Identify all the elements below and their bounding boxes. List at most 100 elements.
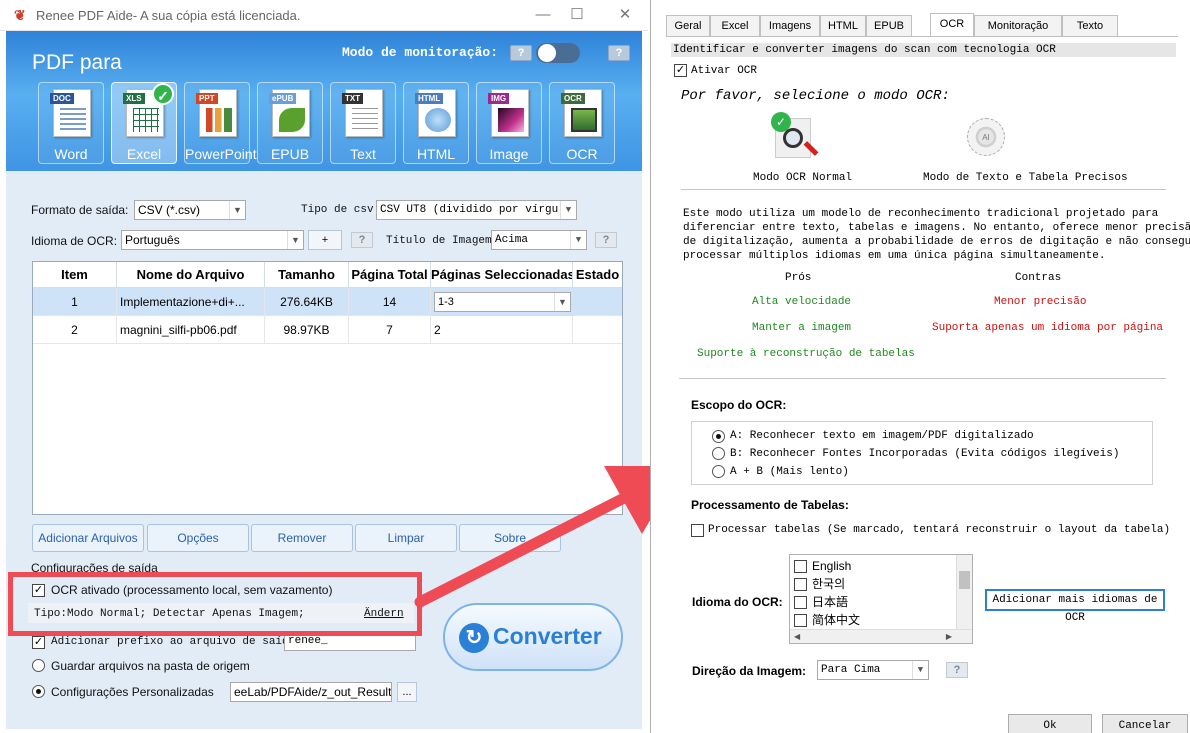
ocr-section-title: Identificar e converter imagens do scan … <box>671 43 1176 57</box>
scope-radio-a[interactable] <box>712 430 725 443</box>
language-checkbox[interactable] <box>794 578 807 591</box>
scroll-left-icon[interactable]: ◀ <box>794 630 800 644</box>
tab-ocr[interactable]: OCR <box>930 13 974 36</box>
table-cell-name[interactable]: magnini_silfi-pb06.pdf <box>117 316 265 344</box>
table-cell-item[interactable]: 1 <box>33 288 117 316</box>
image-title-help-icon[interactable]: ? <box>595 232 617 248</box>
scrollbar-horizontal[interactable]: ◀ ▶ <box>790 629 972 643</box>
renee-logo-icon: ❦ <box>14 7 26 23</box>
ok-button[interactable]: Ok <box>1008 714 1092 733</box>
convert-button[interactable]: ↻ Converter <box>443 603 623 671</box>
table-cell-name[interactable]: Implementazione+di+... <box>117 288 265 316</box>
options-button[interactable]: Opções <box>147 524 249 552</box>
language-checkbox[interactable] <box>794 560 807 573</box>
language-checkbox[interactable] <box>794 614 807 627</box>
scope-radio-ab[interactable] <box>712 465 725 478</box>
table-cell-size[interactable]: 98.97KB <box>265 316 349 344</box>
tab-excel[interactable]: Excel <box>710 15 760 36</box>
clear-button[interactable]: Limpar <box>355 524 457 552</box>
scrollbar[interactable] <box>956 555 972 629</box>
language-item[interactable]: 한국의 <box>812 575 845 593</box>
language-help-icon[interactable]: ? <box>351 232 373 248</box>
col-header-total[interactable]: Página Total <box>349 262 431 288</box>
tab-html[interactable]: HTML <box>820 15 866 36</box>
format-excel-button[interactable]: XLS ✓ Excel <box>111 82 177 164</box>
tab-monitoracao[interactable]: Monitoração <box>974 15 1062 36</box>
chevron-down-icon: ▼ <box>570 231 586 249</box>
scroll-right-icon[interactable]: ▶ <box>946 630 952 644</box>
language-item[interactable]: 简体中文 <box>812 611 860 629</box>
scope-option-a[interactable]: A: Reconhecer texto em imagem/PDF digita… <box>730 430 1034 442</box>
remove-button[interactable]: Remover <box>251 524 353 552</box>
col-header-status[interactable]: Estado <box>573 262 622 288</box>
title-bar: ❦ Renee PDF Aide- A sua cópia está licen… <box>0 0 648 31</box>
col-header-size[interactable]: Tamanho <box>265 262 349 288</box>
banner-help-icon[interactable]: ? <box>608 45 630 61</box>
minimize-icon[interactable]: — <box>532 5 554 25</box>
description-line-4: processar múltiplos idiomas em uma única… <box>683 250 1106 262</box>
language-item[interactable]: 日本語 <box>812 593 848 611</box>
scope-option-ab[interactable]: A + B (Mais lento) <box>730 466 849 478</box>
save-origin-radio[interactable] <box>32 659 45 672</box>
table-cell-item[interactable]: 2 <box>33 316 117 344</box>
col-header-selected[interactable]: Páginas Seleccionadas <box>431 262 573 288</box>
maximize-icon[interactable]: ☐ <box>566 5 588 25</box>
scope-radio-b[interactable] <box>712 447 725 460</box>
epub-tag: ePUB <box>269 93 297 104</box>
monitor-help-icon[interactable]: ? <box>510 45 532 61</box>
chevron-down-icon: ▼ <box>560 201 576 219</box>
custom-settings-radio[interactable] <box>32 685 45 698</box>
tab-texto[interactable]: Texto <box>1062 15 1118 36</box>
image-direction-select[interactable]: Para Cima ▼ <box>817 660 929 680</box>
about-button[interactable]: Sobre <box>459 524 561 552</box>
ocr-language-select[interactable]: Português ▼ <box>121 230 304 250</box>
browse-button[interactable]: ... <box>397 682 417 702</box>
language-checkbox[interactable] <box>794 596 807 609</box>
tab-imagens[interactable]: Imagens <box>760 15 820 36</box>
direction-help-icon[interactable]: ? <box>946 662 968 678</box>
mode-precise-option[interactable]: AI <box>963 112 1013 162</box>
csv-type-select[interactable]: CSV UT8 (dividido por vírgu ▼ <box>376 200 577 220</box>
scope-option-b[interactable]: B: Reconhecer Fontes Incorporadas (Evita… <box>730 448 1119 460</box>
add-ocr-languages-button[interactable]: Adicionar mais idiomas de OCR <box>985 589 1165 624</box>
highlight-box <box>8 572 422 636</box>
image-title-select[interactable]: Acima ▼ <box>491 230 587 250</box>
table-cell-status <box>573 288 622 316</box>
cancel-button[interactable]: Cancelar <box>1102 714 1188 733</box>
table-cell-selected[interactable]: 2 <box>431 316 573 344</box>
pages-selected-input[interactable]: 1-3 ▼ <box>434 292 571 312</box>
format-word-button[interactable]: DOC Word <box>38 82 104 164</box>
language-item[interactable]: English <box>812 557 851 575</box>
close-icon[interactable]: ✕ <box>614 5 636 25</box>
format-html-button[interactable]: HTML HTML <box>403 82 469 164</box>
scroll-thumb[interactable] <box>959 571 970 589</box>
format-epub-button[interactable]: ePUB EPUB <box>257 82 323 164</box>
mode-precise-label[interactable]: Modo de Texto e Tabela Precisos <box>923 172 1128 184</box>
format-label: OCR <box>566 146 598 162</box>
activate-ocr-checkbox[interactable]: ✓ <box>674 64 687 77</box>
col-header-name[interactable]: Nome do Arquivo <box>117 262 265 288</box>
add-language-button[interactable]: + <box>308 230 342 250</box>
output-format-select[interactable]: CSV (*.csv) ▼ <box>134 200 246 220</box>
table-cell-total[interactable]: 7 <box>349 316 431 344</box>
prefix-checkbox[interactable]: ✓ <box>32 636 45 649</box>
output-path-input[interactable]: eeLab/PDFAide/z_out_Result <box>230 682 392 702</box>
ocr-language-label: Idioma do OCR: <box>692 595 783 609</box>
format-image-button[interactable]: IMG Image <box>476 82 542 164</box>
col-header-item[interactable]: Item <box>33 262 117 288</box>
format-text-button[interactable]: TXT Text <box>330 82 396 164</box>
process-tables-checkbox[interactable] <box>691 524 704 537</box>
table-processing-label: Processamento de Tabelas: <box>691 498 849 512</box>
add-files-button[interactable]: Adicionar Arquivos <box>32 524 144 552</box>
format-ocr-button[interactable]: OCR OCR <box>549 82 615 164</box>
tab-geral[interactable]: Geral <box>666 15 710 36</box>
monitor-toggle[interactable] <box>536 43 580 63</box>
mode-normal-option[interactable]: ✓ <box>769 112 829 162</box>
mode-normal-label[interactable]: Modo OCR Normal <box>753 172 852 184</box>
format-powerpoint-button[interactable]: PPT PowerPoint <box>184 82 257 164</box>
table-cell-total[interactable]: 14 <box>349 288 431 316</box>
tab-epub[interactable]: EPUB <box>866 15 912 36</box>
ocr-settings-dialog: Geral Excel Imagens HTML EPUB OCR Monito… <box>650 0 1190 733</box>
table-cell-size[interactable]: 276.64KB <box>265 288 349 316</box>
ocr-language-list[interactable]: English 한국의 日本語 简体中文 ◀ ▶ <box>789 554 973 644</box>
